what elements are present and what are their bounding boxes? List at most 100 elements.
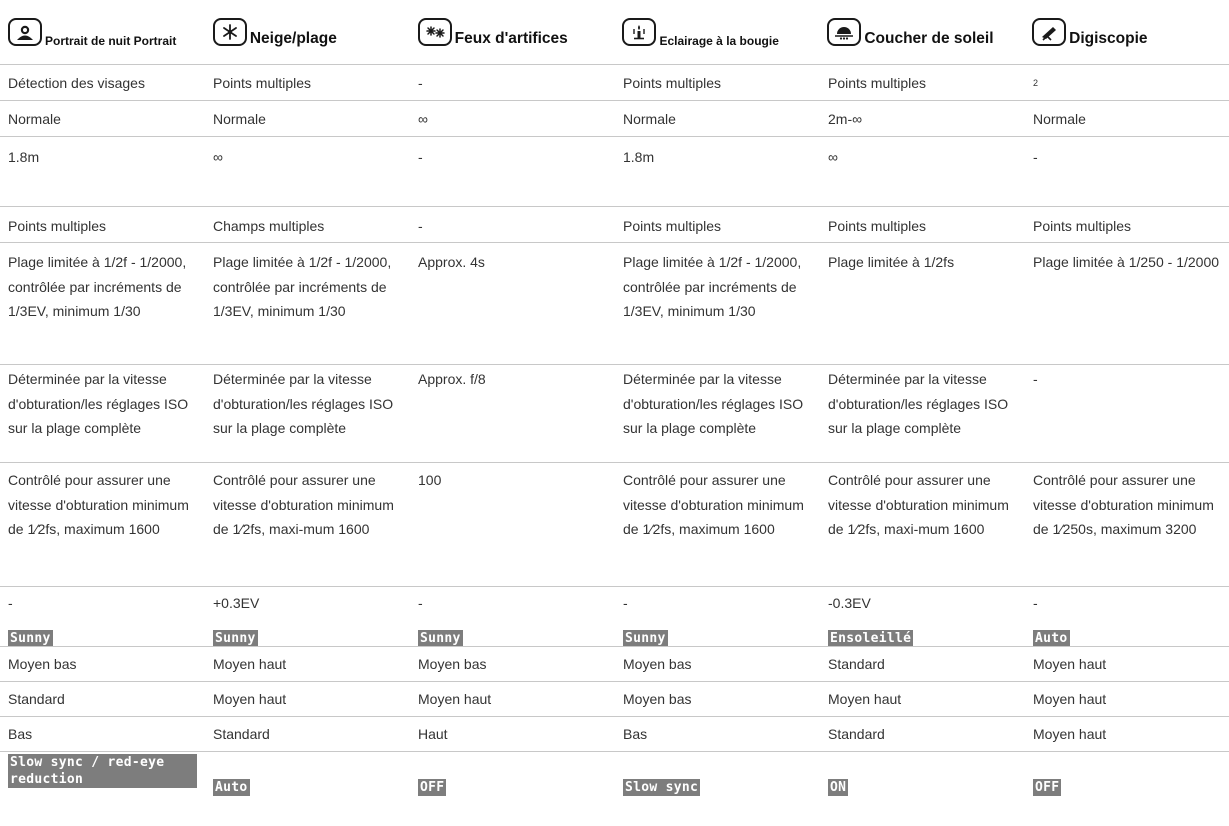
cell-text: Moyen haut [1033, 726, 1107, 742]
header-candlelight: Eclairage à la bougie [614, 0, 819, 64]
table-cell: - [410, 207, 615, 243]
header-portrait: Portrait de nuit Portrait [0, 0, 205, 64]
table-row: Contrôlé pour assurer une vitesse d'obtu… [0, 462, 1229, 587]
table-cell: 1.8m [615, 137, 820, 207]
table-cell: - [410, 587, 615, 623]
table-cell: ON [820, 752, 1025, 826]
cell-text: Points multiples [623, 75, 722, 91]
table-cell: Plage limitée à 1/2f - 1/2000, contrôlée… [615, 243, 820, 365]
table-cell: Normale [205, 101, 410, 137]
table-cell: ∞ [820, 137, 1025, 207]
table-cell: Standard [0, 682, 205, 717]
table-cell: 1.8m [0, 137, 205, 207]
table-cell: Normale [0, 101, 205, 137]
cell-text: - [1033, 371, 1038, 387]
table-cell: Moyen bas [615, 647, 820, 682]
table-cell: Normale [615, 101, 820, 137]
cell-text: Plage limitée à 1/2f - 1/2000, contrôlée… [213, 254, 392, 319]
table-cell: ∞ [410, 101, 615, 137]
table-cell: - [410, 65, 615, 101]
cell-text: Points multiples [1033, 218, 1132, 234]
candle-icon [622, 18, 657, 46]
table-cell: Moyen bas [615, 682, 820, 717]
table-cell: Moyen haut [820, 682, 1025, 717]
cell-text: Standard [8, 691, 65, 707]
cell-text: Normale [1033, 111, 1086, 127]
table-cell: -0.3EV [820, 587, 1025, 623]
cell-text: Normale [623, 111, 676, 127]
cell-text: Approx. 4s [418, 254, 485, 270]
cell-text: Contrôlé pour assurer une vitesse d'obtu… [828, 472, 1009, 537]
header-title: Eclairage à la bougie [659, 34, 779, 48]
cell-text: ∞ [213, 149, 223, 165]
table-cell: ∞ [205, 137, 410, 207]
table-cell: Plage limitée à 1/250 - 1/2000 [1025, 243, 1229, 365]
table-cell: Moyen bas [410, 647, 615, 682]
table-cell: Moyen bas [0, 647, 205, 682]
table-cell: Contrôlé pour assurer une vitesse d'obtu… [820, 463, 1025, 587]
table-cell: Moyen haut [1025, 647, 1229, 682]
table-cell: Contrôlé pour assurer une vitesse d'obtu… [615, 463, 820, 587]
footnote-marker: 2 [1033, 78, 1039, 88]
table-cell: Normale [1025, 101, 1229, 137]
header-title: Portrait de nuit Portrait [45, 34, 177, 48]
table-cell: Standard [820, 647, 1025, 682]
lcd-label: Sunny [213, 630, 258, 647]
table-cell: Moyen haut [1025, 682, 1229, 717]
cell-text: Bas [8, 726, 33, 742]
cell-text: Plage limitée à 1/2f - 1/2000, contrôlée… [623, 254, 802, 319]
lcd-label: Sunny [418, 630, 463, 647]
table-cell: Points multiples [615, 207, 820, 243]
lcd-label: OFF [418, 779, 447, 796]
cell-text: - [1033, 595, 1038, 611]
header-title: Neige/plage [249, 30, 337, 47]
table-cell: Auto [205, 752, 410, 826]
table-cell: Bas [615, 717, 820, 752]
digiscope-icon [1032, 18, 1067, 46]
table-cell: Plage limitée à 1/2f - 1/2000, contrôlée… [205, 243, 410, 365]
table-cell: Contrôlé pour assurer une vitesse d'obtu… [1025, 463, 1229, 587]
cell-text: Standard [828, 726, 885, 742]
table-cell: 2m-∞ [820, 101, 1025, 137]
table-cell: Plage limitée à 1/2f - 1/2000, contrôlée… [0, 243, 205, 365]
cell-text: 2m-∞ [828, 111, 863, 127]
table-cell: Sunny [410, 622, 615, 647]
table-cell: Sunny [205, 622, 410, 647]
cell-text: Déterminée par la vitesse d'obturation/l… [828, 371, 1009, 436]
table-cell: OFF [1025, 752, 1229, 826]
cell-text: Moyen bas [623, 656, 692, 672]
cell-text: Points multiples [213, 75, 312, 91]
cell-text: Moyen haut [828, 691, 902, 707]
table-cell: - [1025, 587, 1229, 623]
lcd-label: Auto [1033, 630, 1070, 647]
cell-text: Contrôlé pour assurer une vitesse d'obtu… [213, 472, 394, 537]
table-cell: Sunny [0, 622, 205, 647]
cell-text: Standard [828, 656, 885, 672]
header-title: Coucher de soleil [864, 30, 994, 47]
cell-text: Normale [8, 111, 61, 127]
cell-text: Points multiples [828, 75, 927, 91]
cell-text: Moyen bas [623, 691, 692, 707]
cell-text: 1.8m [623, 149, 655, 165]
table-cell: Contrôlé pour assurer une vitesse d'obtu… [205, 463, 410, 587]
header-fireworks: Feux d'artifices [410, 0, 615, 64]
table-row: Points multiples Champs multiples - Points … [0, 206, 1229, 243]
table-cell: Déterminée par la vitesse d'obturation/l… [615, 365, 820, 463]
table-cell: Points multiples [1025, 207, 1229, 243]
lcd-label: OFF [1033, 779, 1062, 796]
table-cell: Moyen haut [410, 682, 615, 717]
table-row: Déterminée par la vitesse d'obturation/l… [0, 364, 1229, 463]
cell-text: Points multiples [623, 218, 722, 234]
cell-text: Contrôlé pour assurer une vitesse d'obtu… [623, 472, 804, 537]
table-cell: Plage limitée à 1/2fs [820, 243, 1025, 365]
table-cell: Approx. f/8 [410, 365, 615, 463]
cell-text: Contrôlé pour assurer une vitesse d'obtu… [8, 472, 189, 537]
header-title: Feux d'artifices [454, 30, 568, 47]
table-cell: Approx. 4s [410, 243, 615, 365]
table-row: Moyen bas Moyen haut Moyen bas Moyen bas Sta… [0, 646, 1229, 682]
cell-text: +0.3EV [213, 595, 260, 611]
cell-text: Moyen haut [213, 656, 287, 672]
table-row: Slow sync / red-eye reduction Auto OFF Slow… [0, 751, 1229, 826]
cell-text: Moyen haut [1033, 656, 1107, 672]
lcd-label: Slow sync [623, 779, 701, 796]
